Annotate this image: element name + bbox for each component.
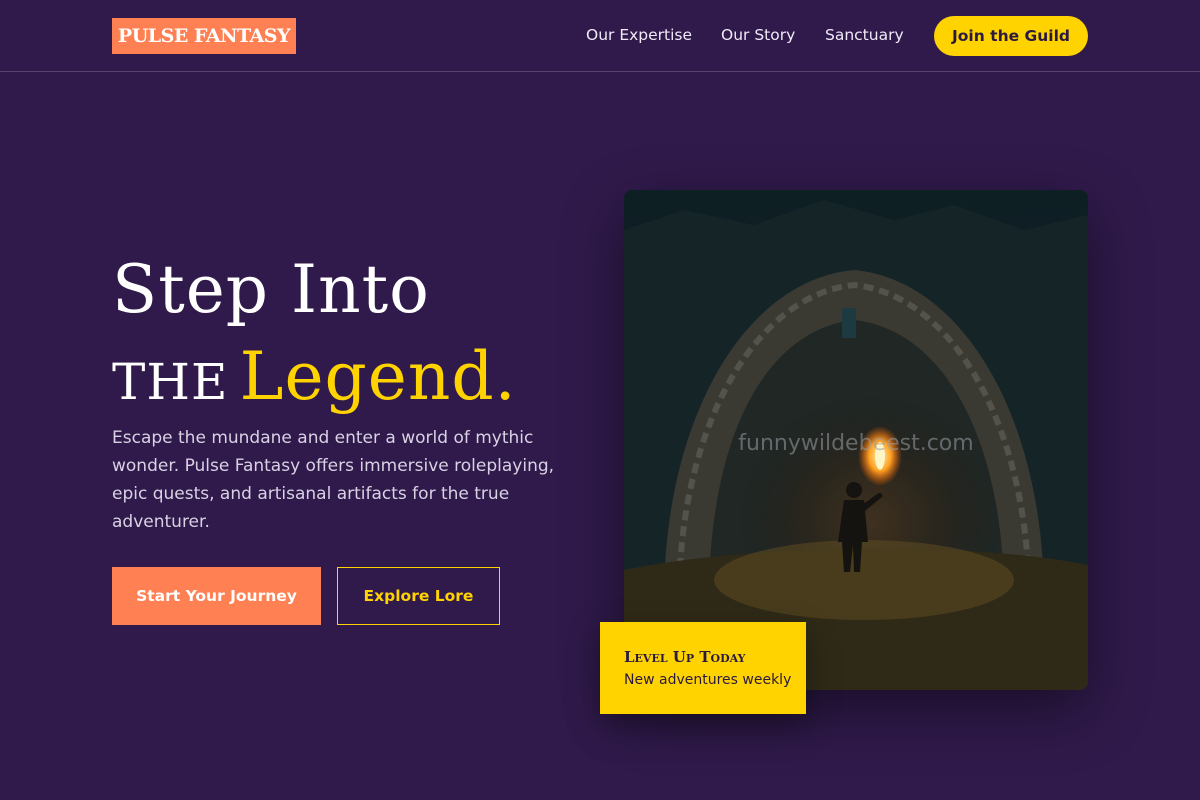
site-header: PULSE FANTASY Our Expertise Our Story Sa… bbox=[0, 0, 1200, 72]
nav-link-sanctuary[interactable]: Sanctuary bbox=[825, 25, 904, 45]
start-journey-button[interactable]: Start Your Journey bbox=[112, 567, 321, 625]
image-watermark: funnywildebeest.com bbox=[738, 431, 973, 456]
nav-link-our-story[interactable]: Our Story bbox=[721, 25, 795, 45]
hero-headline: Step Into the Legend. bbox=[112, 252, 517, 426]
level-up-badge: Level Up Today New adventures weekly bbox=[600, 622, 806, 714]
explore-lore-button[interactable]: Explore Lore bbox=[337, 567, 500, 625]
headline-legend: Legend. bbox=[239, 338, 517, 415]
hero-description: Escape the mundane and enter a world of … bbox=[112, 428, 555, 532]
torch-archway-illustration: funnywildebeest.com bbox=[624, 190, 1088, 690]
join-guild-button[interactable]: Join the Guild bbox=[934, 16, 1088, 56]
hero-image: funnywildebeest.com bbox=[624, 190, 1088, 690]
headline-the: the bbox=[112, 353, 229, 411]
badge-title: Level Up Today bbox=[624, 648, 746, 666]
nav-link-our-expertise[interactable]: Our Expertise bbox=[586, 25, 692, 45]
headline-line-1: Step Into bbox=[112, 252, 517, 339]
brand-logo[interactable]: PULSE FANTASY bbox=[112, 18, 296, 54]
headline-line-2: the Legend. bbox=[112, 339, 517, 426]
badge-subtitle: New adventures weekly bbox=[624, 672, 792, 688]
headline-step-into: Step Into bbox=[112, 251, 430, 328]
